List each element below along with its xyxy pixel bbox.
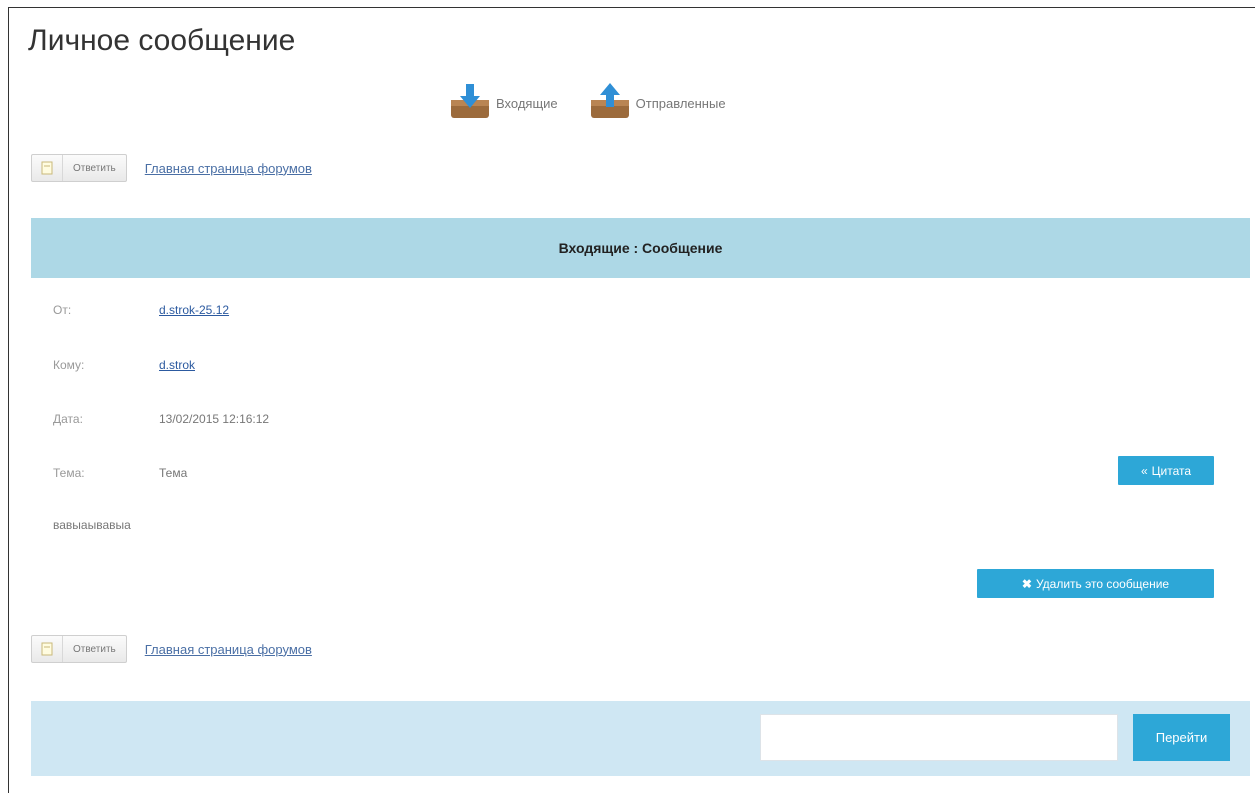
subject-value: Тема [159, 466, 188, 480]
message-body: вавыаывавыа [53, 518, 131, 532]
delete-button-label: Удалить это сообщение [1035, 576, 1170, 591]
reply-button-label: Ответить [73, 643, 116, 655]
toolbar-bottom: Ответить Главная страница форумов [31, 635, 312, 663]
subject-label: Тема: [53, 466, 85, 480]
quote-button[interactable]: « Цитата [1118, 456, 1214, 485]
inbox-icon [450, 82, 490, 124]
page-title: Личное сообщение [28, 24, 296, 57]
forum-home-link-bottom[interactable]: Главная страница форумов [145, 642, 312, 657]
quote-icon: « [1140, 463, 1148, 478]
delete-message-button[interactable]: ✖ Удалить это сообщение [977, 569, 1214, 598]
folder-sent-label: Отправленные [635, 95, 726, 111]
reply-button-bottom[interactable]: Ответить [31, 635, 127, 663]
to-label: Кому: [53, 358, 85, 372]
close-icon: ✖ [1021, 576, 1032, 591]
from-label: От: [53, 303, 72, 317]
folder-sent[interactable]: Отправленные [590, 82, 726, 124]
reply-icon [32, 636, 63, 662]
folder-nav: Входящие Отправленные [450, 82, 726, 124]
reply-button[interactable]: Ответить [31, 154, 127, 182]
message-header-title: Входящие : Сообщение [558, 240, 723, 256]
date-value: 13/02/2015 12:16:12 [159, 412, 270, 426]
folder-inbox-label: Входящие [496, 95, 558, 111]
reply-button-label: Ответить [73, 162, 116, 174]
sent-icon [590, 82, 630, 124]
reply-icon [32, 155, 63, 181]
goto-input[interactable] [760, 714, 1118, 761]
quote-button-label: Цитата [1151, 463, 1192, 478]
from-link[interactable]: d.strok-25.12 [159, 303, 229, 317]
folder-inbox[interactable]: Входящие [450, 82, 558, 124]
goto-button[interactable]: Перейти [1133, 714, 1230, 761]
date-label: Дата: [53, 412, 83, 426]
message-header: Входящие : Сообщение [31, 218, 1250, 278]
page-frame [8, 7, 1255, 793]
forum-home-link[interactable]: Главная страница форумов [145, 161, 312, 176]
to-link[interactable]: d.strok [159, 358, 195, 372]
toolbar-top: Ответить Главная страница форумов [31, 154, 312, 182]
